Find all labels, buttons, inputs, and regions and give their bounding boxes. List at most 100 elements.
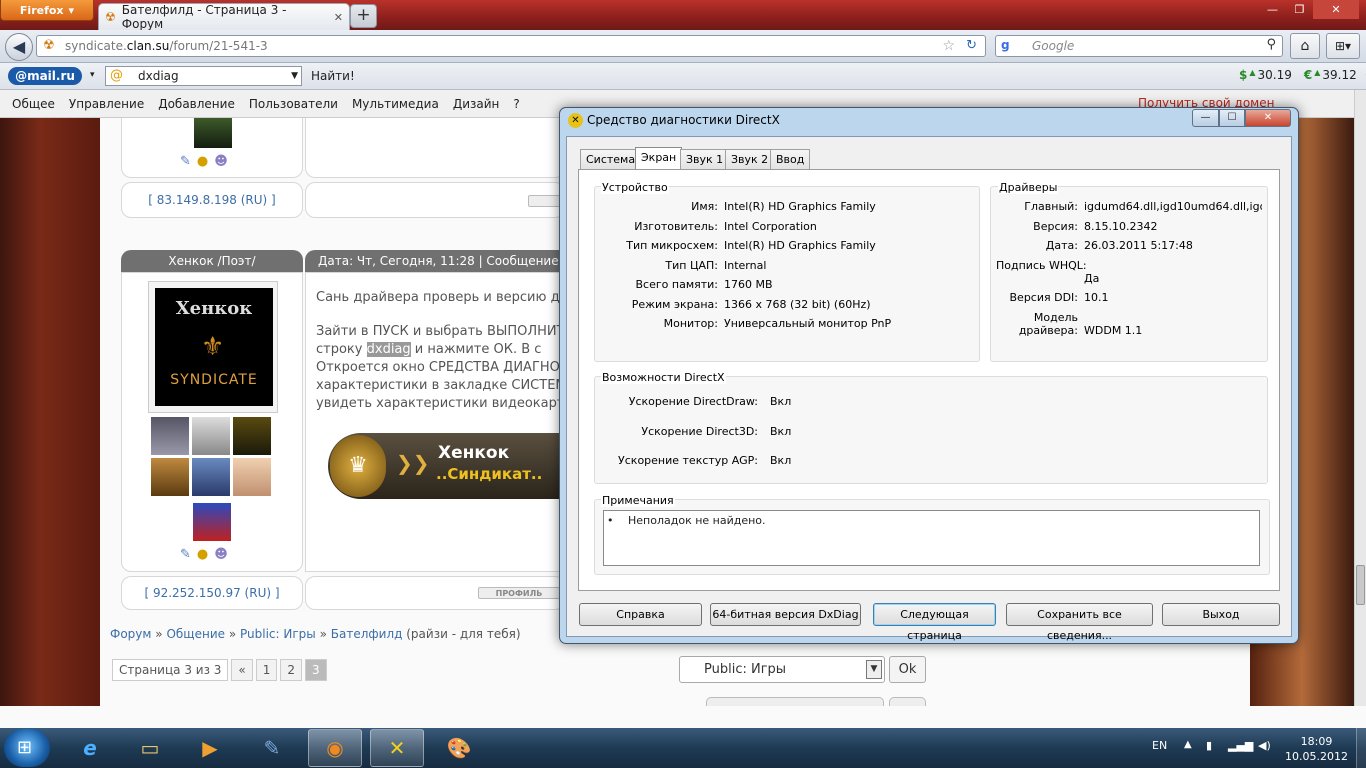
reload-icon[interactable]: ↻ — [966, 38, 977, 53]
search-input[interactable]: g Google ⚲ — [995, 35, 1283, 57]
next-page-button[interactable]: Следующая страница — [873, 603, 996, 642]
mailru-search-icon: @ — [110, 68, 123, 83]
breadcrumb-forum[interactable]: Форум — [110, 627, 151, 641]
taskbar-app-icon[interactable]: ✎ — [245, 729, 299, 767]
minimize-icon[interactable]: — — [1259, 0, 1286, 19]
medal-icon: ● — [196, 154, 209, 169]
site-identity-icon: ☢ — [43, 38, 55, 53]
tab-display[interactable]: Экран — [635, 147, 683, 170]
user-avatar — [194, 118, 232, 148]
mailru-logo[interactable]: @mail.ru — [8, 67, 82, 85]
page-1[interactable]: 1 — [255, 659, 278, 681]
tab-sound-1[interactable]: Звук 1 — [680, 149, 730, 169]
exit-button[interactable]: Выход — [1162, 603, 1280, 626]
post2-text: Сань драйвера проверь и версию дир Зайти… — [316, 289, 576, 413]
volume-icon[interactable]: ◀) — [1258, 739, 1271, 752]
badge-baby-icon — [233, 458, 271, 496]
avatar-text-bottom: SYNDICATE — [170, 372, 258, 388]
driver-version-label: Версия: — [1033, 220, 1078, 233]
browser-tab[interactable]: ☢ Бателфилд - Страница 3 - Форум ✕ — [98, 3, 350, 31]
page-bottom-strip — [0, 706, 1366, 728]
dxdiag-64bit-button[interactable]: 64-битная версия DxDiag — [710, 603, 861, 626]
maximize-icon[interactable]: ☐ — [1219, 109, 1245, 127]
start-button[interactable]: ⊞ — [4, 729, 50, 767]
page-prev[interactable]: « — [231, 659, 253, 681]
menu-item-general[interactable]: Общее — [12, 97, 55, 111]
post2-ip-box: [ 92.252.150.97 (RU) ] — [121, 576, 303, 610]
taskbar-dxdiag-icon[interactable]: ✕ — [370, 729, 424, 767]
tray-device-icon[interactable]: ▮ — [1206, 739, 1212, 752]
language-indicator[interactable]: EN — [1152, 739, 1167, 752]
notes-group-label: Примечания — [601, 494, 675, 507]
banner-name: Хенкок — [438, 443, 510, 463]
dropdown-dot-icon[interactable]: ▾ — [90, 70, 95, 80]
save-all-info-button[interactable]: Сохранить все сведения... — [1006, 603, 1153, 642]
menu-item-management[interactable]: Управление — [69, 97, 144, 111]
page-scrollbar[interactable] — [1354, 90, 1366, 706]
maximize-icon[interactable]: ❐ — [1286, 0, 1313, 19]
addons-button[interactable]: ⊞▾ — [1326, 33, 1360, 59]
magnifier-icon[interactable]: ⚲ — [1266, 37, 1276, 52]
close-window-icon[interactable]: ✕ — [1245, 109, 1291, 127]
badge-assassin-icon — [192, 417, 230, 455]
page-2[interactable]: 2 — [280, 659, 303, 681]
menu-item-add[interactable]: Добавление — [158, 97, 235, 111]
bookmark-star-icon[interactable]: ☆ — [942, 38, 955, 54]
close-window-icon[interactable]: ✕ — [1313, 0, 1359, 19]
taskbar-ie-icon[interactable]: e — [63, 729, 117, 767]
minimize-icon[interactable]: — — [1192, 109, 1219, 127]
scrollbar-thumb[interactable] — [1356, 565, 1365, 605]
post1-ip[interactable]: [ 83.149.8.198 (RU) ] — [122, 183, 302, 217]
menu-item-design[interactable]: Дизайн — [453, 97, 500, 111]
menu-item-help[interactable]: ? — [513, 97, 519, 111]
home-button[interactable]: ⌂ — [1290, 33, 1320, 59]
device-display-mode-label: Режим экрана: — [631, 298, 718, 311]
taskbar-explorer-icon[interactable]: ▭ — [123, 729, 177, 767]
help-button[interactable]: Справка — [579, 603, 702, 626]
breadcrumb-general[interactable]: Общение — [166, 627, 225, 641]
mailru-search-input[interactable]: @ dxdiag ▼ — [105, 66, 302, 86]
close-tab-icon[interactable]: ✕ — [334, 11, 343, 24]
chevron-down-icon[interactable]: ▼ — [866, 660, 882, 679]
tab-sound-2[interactable]: Звук 2 — [725, 149, 775, 169]
driver-whql-label: Подпись WHQL: — [996, 259, 1087, 272]
show-desktop-button[interactable] — [1356, 728, 1366, 768]
post2-ip[interactable]: [ 92.252.150.97 (RU) ] — [122, 577, 302, 609]
menu-item-users[interactable]: Пользователи — [249, 97, 338, 111]
post2-line-3-pre: строку — [316, 342, 363, 357]
tab-input[interactable]: Ввод — [770, 149, 811, 169]
dxdiag-title-bar: ✕ Средство диагностики DirectX — [568, 113, 780, 128]
profile-button[interactable]: ПРОФИЛЬ — [478, 587, 560, 599]
tab-system[interactable]: Система — [580, 149, 642, 169]
agp-texture-value: Вкл — [770, 454, 792, 467]
device-monitor-value: Универсальный монитор PnP — [724, 317, 892, 330]
system-clock[interactable]: 18:09 10.05.2012 — [1285, 734, 1348, 764]
mailru-find-button[interactable]: Найти! — [311, 69, 355, 83]
post1-ip-box: [ 83.149.8.198 (RU) ] — [121, 182, 303, 218]
chevron-down-icon[interactable]: ▼ — [291, 67, 298, 85]
tab-title: Бателфилд - Страница 3 - Форум — [121, 3, 287, 31]
menu-item-multimedia[interactable]: Мультимедиа — [352, 97, 439, 111]
user-award-icons: ✎ ● ☻ — [180, 154, 228, 169]
avatar-text-top: Хенкок — [175, 298, 253, 319]
network-signal-icon[interactable]: ▂▄▆ — [1228, 739, 1253, 752]
taskbar-paint-icon[interactable]: 🎨 — [432, 729, 486, 767]
taskbar-media-player-icon[interactable]: ▶ — [183, 729, 237, 767]
url-bar[interactable]: ☢ syndicate. clan.su/forum/21-541-3 ☆ ↻ — [36, 35, 986, 57]
notes-text: Неполадок не найдено. — [628, 514, 766, 527]
badge-500-icon — [233, 417, 271, 455]
device-monitor-label: Монитор: — [663, 317, 718, 330]
forum-jump-ok-button[interactable]: Ok — [889, 656, 926, 683]
firefox-menu-button[interactable]: Firefox ▾ — [0, 0, 94, 21]
tray-expand-icon[interactable]: ▲ — [1184, 739, 1192, 750]
breadcrumb-topic[interactable]: Бателфилд — [331, 627, 403, 641]
back-button[interactable]: ◀ — [5, 33, 33, 61]
forum-jump-select[interactable]: Public: Игры ▼ — [679, 656, 885, 683]
notes-textbox[interactable]: • Неполадок не найдено. — [603, 510, 1260, 566]
post2-author[interactable]: Хенкок /Поэт/ — [121, 250, 303, 272]
taskbar-firefox-icon[interactable]: ◉ — [308, 729, 362, 767]
mask-icon: ☻ — [214, 547, 228, 562]
driver-model-label-1: Модель — [1033, 311, 1078, 324]
new-tab-button[interactable]: + — [350, 4, 377, 28]
breadcrumb-public-games[interactable]: Public: Игры — [240, 627, 316, 641]
